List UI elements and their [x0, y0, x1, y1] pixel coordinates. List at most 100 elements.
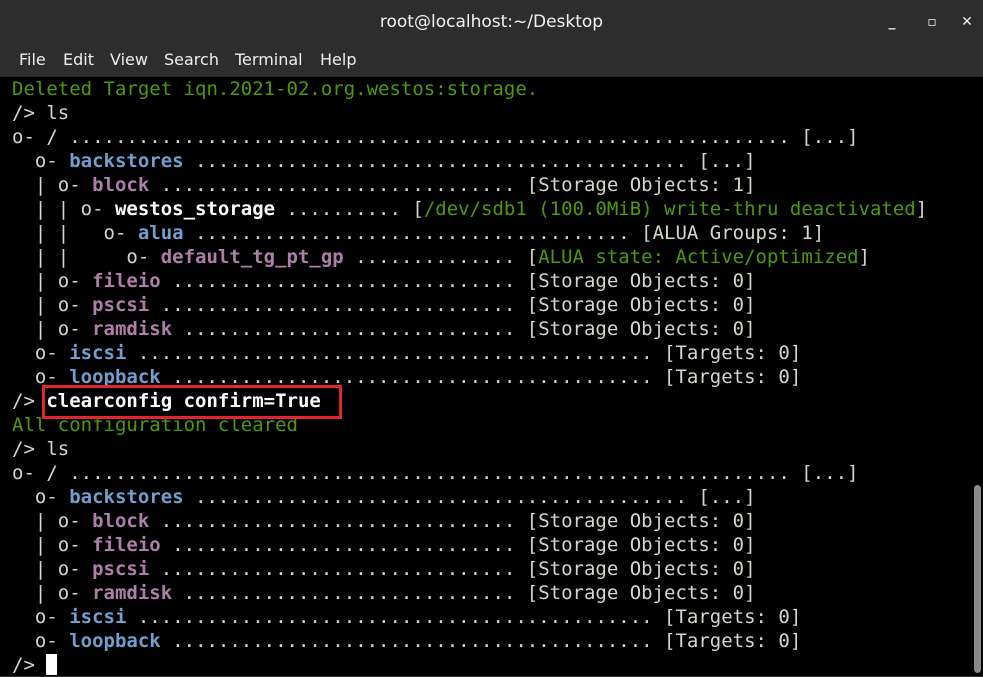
- terminal-text: ramdisk: [92, 318, 173, 340]
- terminal-text: iscsi: [69, 342, 127, 364]
- terminal-text: ........................................…: [183, 486, 756, 508]
- terminal-text: ........................................…: [126, 606, 802, 628]
- terminal-line: | o- pscsi .............................…: [12, 557, 972, 581]
- terminal-text: .............................. [Storage …: [160, 534, 756, 556]
- terminal-text: o-: [12, 486, 70, 508]
- terminal-text: westos_storage: [114, 198, 276, 220]
- terminal-line: /> clearconfig confirm=True: [12, 389, 972, 413]
- terminal-text: | o-: [12, 318, 93, 340]
- terminal-text: o-: [12, 342, 70, 364]
- terminal-text: o-: [12, 150, 70, 172]
- terminal-line: | o- block .............................…: [12, 509, 972, 533]
- terminal-text: loopback: [69, 630, 161, 652]
- title-bar[interactable]: root@localhost:~/Desktop _ ▫ ✕: [0, 0, 983, 47]
- scrollbar-thumb[interactable]: [974, 485, 981, 673]
- terminal-text: fileio: [92, 534, 161, 556]
- terminal-text: o- / ...................................…: [12, 126, 859, 148]
- terminal-line: | | o- westos_storage .......... [/dev/s…: [12, 197, 972, 221]
- terminal-text: | o-: [12, 294, 93, 316]
- terminal-text: .............................. [Storage …: [160, 270, 756, 292]
- terminal-text: ...................................... […: [183, 222, 825, 244]
- menu-terminal[interactable]: Terminal: [235, 50, 303, 69]
- terminal-line: | o- ramdisk ...........................…: [12, 581, 972, 605]
- terminal-lines: Deleted Target iqn.2021-02.org.westos:st…: [12, 77, 972, 653]
- terminal-text: All configuration cleared: [12, 414, 298, 436]
- terminal-line: | | o- default_tg_pt_gp .............. […: [12, 245, 972, 269]
- terminal-text: | o-: [12, 534, 93, 556]
- terminal-text: /> ls: [12, 102, 70, 124]
- terminal-line: | o- fileio ............................…: [12, 533, 972, 557]
- terminal-text: ramdisk: [92, 582, 173, 604]
- close-button[interactable]: ✕: [955, 10, 979, 34]
- terminal-text: | | o-: [12, 198, 115, 220]
- scrollbar[interactable]: [973, 77, 983, 676]
- terminal-text: ALUA state: Active/optimized: [538, 246, 859, 268]
- terminal-text: ............................... [Storage…: [149, 174, 756, 196]
- terminal-text: | | o-: [12, 222, 138, 244]
- terminal-line: o- / ...................................…: [12, 125, 972, 149]
- terminal-text: | o-: [12, 582, 93, 604]
- terminal-text: block: [92, 510, 150, 532]
- window-title: root@localhost:~/Desktop: [379, 12, 604, 32]
- prompt-text: />: [12, 654, 47, 676]
- terminal-line: | o- ramdisk ...........................…: [12, 317, 972, 341]
- terminal-text: o- / ...................................…: [12, 462, 859, 484]
- terminal-text: backstores: [69, 486, 184, 508]
- terminal-line: o- backstores ..........................…: [12, 149, 972, 173]
- terminal-text: clearconfig confirm=True: [46, 390, 321, 412]
- terminal-window: root@localhost:~/Desktop _ ▫ ✕ File Edit…: [0, 0, 983, 676]
- terminal-text: | o-: [12, 174, 93, 196]
- terminal-text: ]: [858, 246, 870, 268]
- terminal-text: ............................... [Storage…: [149, 558, 756, 580]
- menu-edit[interactable]: Edit: [63, 50, 94, 69]
- terminal-line: o- backstores ..........................…: [12, 485, 972, 509]
- terminal-output[interactable]: Deleted Target iqn.2021-02.org.westos:st…: [0, 77, 983, 676]
- terminal-line: o- iscsi ...............................…: [12, 341, 972, 365]
- terminal-text: ............................. [Storage O…: [172, 318, 756, 340]
- terminal-text: fileio: [92, 270, 161, 292]
- terminal-line: | o- block .............................…: [12, 173, 972, 197]
- terminal-line: /> ls: [12, 437, 972, 461]
- terminal-line: | o- fileio ............................…: [12, 269, 972, 293]
- terminal-text: block: [92, 174, 150, 196]
- terminal-text: ........................................…: [160, 630, 802, 652]
- text-cursor: [46, 654, 58, 675]
- terminal-text: o-: [12, 606, 70, 628]
- menu-file[interactable]: File: [19, 50, 46, 69]
- terminal-line: | o- pscsi .............................…: [12, 293, 972, 317]
- menu-help[interactable]: Help: [320, 50, 356, 69]
- terminal-text: pscsi: [92, 558, 150, 580]
- terminal-text: /dev/sdb1 (100.0MiB) write-thru deactiva…: [423, 198, 916, 220]
- menu-view[interactable]: View: [110, 50, 148, 69]
- terminal-text: | o-: [12, 510, 93, 532]
- terminal-line: | | o- alua ............................…: [12, 221, 972, 245]
- terminal-line: o- loopback ............................…: [12, 365, 972, 389]
- prompt-line[interactable]: />: [12, 653, 58, 677]
- terminal-text: pscsi: [92, 294, 150, 316]
- terminal-line: /> ls: [12, 101, 972, 125]
- terminal-text: Deleted Target iqn.2021-02.org.westos:st…: [12, 78, 539, 100]
- terminal-text: ............................... [Storage…: [149, 510, 756, 532]
- terminal-line: All configuration cleared: [12, 413, 972, 437]
- terminal-text: /> ls: [12, 438, 70, 460]
- terminal-text: ........................................…: [160, 366, 802, 388]
- minimize-button[interactable]: _: [880, 10, 904, 34]
- terminal-text: .......... [: [275, 198, 424, 220]
- maximize-button[interactable]: ▫: [920, 10, 944, 34]
- terminal-text: o-: [12, 630, 70, 652]
- terminal-text: ............................... [Storage…: [149, 294, 756, 316]
- terminal-text: loopback: [69, 366, 161, 388]
- terminal-text: .............. [: [343, 246, 539, 268]
- terminal-text: ]: [915, 198, 928, 220]
- terminal-text: o-: [12, 366, 70, 388]
- terminal-text: | o-: [12, 558, 93, 580]
- menu-bar: File Edit View Search Terminal Help: [0, 46, 983, 77]
- menu-search[interactable]: Search: [164, 50, 219, 69]
- terminal-text: iscsi: [69, 606, 127, 628]
- terminal-line: Deleted Target iqn.2021-02.org.westos:st…: [12, 77, 972, 101]
- terminal-text: alua: [137, 222, 184, 244]
- terminal-text: ........................................…: [126, 342, 802, 364]
- terminal-line: o- / ...................................…: [12, 461, 972, 485]
- terminal-text: default_tg_pt_gp: [160, 246, 344, 268]
- terminal-text: />: [12, 390, 47, 412]
